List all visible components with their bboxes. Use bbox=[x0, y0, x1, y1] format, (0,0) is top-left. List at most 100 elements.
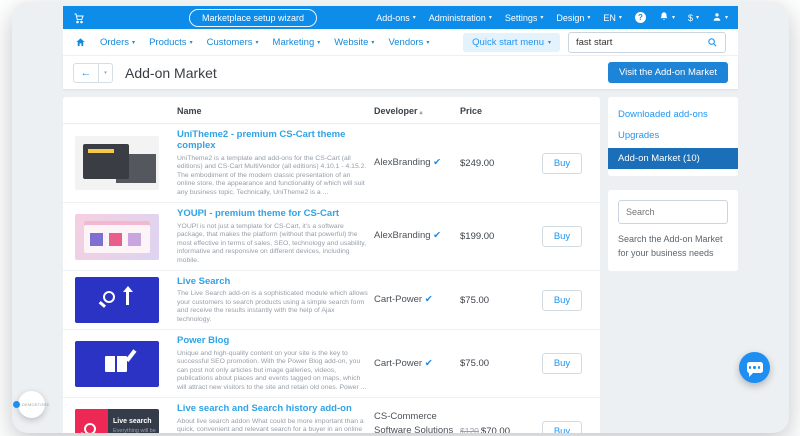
visit-addon-market-button[interactable]: Visit the Add-on Market bbox=[608, 62, 728, 83]
verified-check-icon: ✔ bbox=[433, 157, 441, 168]
chat-button[interactable] bbox=[739, 352, 770, 383]
topbar-menu-item[interactable]: Design▾ bbox=[556, 13, 590, 23]
col-price[interactable]: Price bbox=[460, 106, 536, 116]
addon-description: Unique and high-quality content on your … bbox=[177, 350, 368, 392]
col-thumb bbox=[75, 106, 171, 116]
addon-price: $249.00 bbox=[460, 158, 536, 169]
addon-price: $75.00 bbox=[460, 358, 536, 369]
nav-right: Quick start menu▾ bbox=[463, 32, 726, 53]
topbar-menu-item[interactable]: EN▾ bbox=[603, 13, 622, 23]
col-name[interactable]: Name bbox=[177, 106, 368, 116]
bell-icon bbox=[659, 11, 669, 24]
verified-check-icon: ✔ bbox=[425, 358, 433, 369]
old-price: $120 bbox=[460, 426, 479, 433]
buy-button[interactable]: Buy bbox=[542, 226, 582, 247]
addon-price: $120$70.00 bbox=[460, 426, 536, 433]
topbar-menu-item[interactable]: Administration▾ bbox=[429, 13, 492, 23]
sidebar-menu-card: Downloaded add-ons Upgrades Add-on Marke… bbox=[608, 97, 738, 176]
buy-button[interactable]: Buy bbox=[542, 353, 582, 374]
addon-name-cell: YOUPI - premium theme for CS-Cart YOUPI … bbox=[177, 208, 368, 265]
sidebar-link[interactable]: Downloaded add-ons bbox=[608, 104, 738, 125]
table-header-row: Name Developer▴ Price bbox=[63, 97, 600, 124]
admin-search-box bbox=[568, 32, 726, 53]
addon-thumbnail[interactable] bbox=[75, 214, 159, 260]
addon-name-cell: Live search and Search history add-on Ab… bbox=[177, 403, 368, 433]
addon-developer[interactable]: CS-Commerce Software Solutions ✔ bbox=[374, 410, 454, 433]
addon-title-link[interactable]: UniTheme2 - premium CS-Cart theme comple… bbox=[177, 129, 368, 152]
marketplace-setup-wizard-button[interactable]: Marketplace setup wizard bbox=[189, 9, 317, 27]
topbar: Marketplace setup wizard Add-ons▾ Admini… bbox=[63, 6, 738, 29]
help-icon[interactable]: ? bbox=[635, 12, 646, 23]
table-row: Live search Everything will be found Liv… bbox=[63, 398, 600, 433]
col-developer[interactable]: Developer▴ bbox=[374, 106, 454, 116]
nav-menu-item[interactable]: Customers▾ bbox=[207, 37, 259, 48]
sidebar: Downloaded add-ons Upgrades Add-on Marke… bbox=[608, 97, 738, 271]
nav-menu-item[interactable]: Website▾ bbox=[334, 37, 374, 48]
nav-items: Orders▾ Products▾ Customers▾ Marketing▾ … bbox=[100, 37, 429, 48]
topbar-menu-item[interactable]: Add-ons▾ bbox=[376, 13, 416, 23]
market-search-input[interactable] bbox=[618, 200, 728, 224]
table-row: YOUPI - premium theme for CS-Cart YOUPI … bbox=[63, 203, 600, 271]
table-row: Live Search The Live Search add-on is a … bbox=[63, 271, 600, 330]
chevron-down-icon: ▾ bbox=[190, 39, 193, 46]
addon-description: UniTheme2 is a template and add-ons for … bbox=[177, 155, 368, 197]
demo-badge-subtext: STORE bbox=[35, 402, 50, 407]
nav-menu-item[interactable]: Vendors▾ bbox=[388, 37, 429, 48]
addon-developer[interactable]: AlexBranding ✔ bbox=[374, 229, 454, 243]
addon-name-cell: Power Blog Unique and high-quality conte… bbox=[177, 335, 368, 392]
arrow-up-icon bbox=[126, 291, 129, 305]
addon-description: About live search addon What could be mo… bbox=[177, 418, 368, 433]
addon-title-link[interactable]: YOUPI - premium theme for CS-Cart bbox=[177, 208, 368, 219]
quick-start-menu-button[interactable]: Quick start menu▾ bbox=[463, 33, 560, 52]
nav-menu-item[interactable]: Products▾ bbox=[149, 37, 193, 48]
content-area: Name Developer▴ Price bbox=[63, 89, 738, 433]
chevron-down-icon: ▾ bbox=[540, 14, 543, 21]
nav-menu-item[interactable]: Orders▾ bbox=[100, 37, 135, 48]
table-row: Power Blog Unique and high-quality conte… bbox=[63, 330, 600, 398]
nav-menu-item[interactable]: Marketing▾ bbox=[273, 37, 321, 48]
addon-title-link[interactable]: Live search and Search history add-on bbox=[177, 403, 368, 414]
addon-title-link[interactable]: Live Search bbox=[177, 276, 368, 287]
magnifier-icon bbox=[103, 291, 115, 303]
user-menu[interactable]: ▾ bbox=[712, 12, 728, 24]
back-dropdown-button[interactable]: ▾ bbox=[99, 63, 113, 83]
topbar-right: Add-ons▾ Administration▾ Settings▾ Desig… bbox=[376, 11, 728, 24]
addon-title-link[interactable]: Power Blog bbox=[177, 335, 368, 346]
chevron-down-icon: ▾ bbox=[725, 14, 728, 21]
search-icon[interactable] bbox=[699, 33, 725, 52]
buy-button[interactable]: Buy bbox=[542, 153, 582, 174]
chevron-down-icon: ▾ bbox=[489, 14, 492, 21]
book-icon bbox=[105, 356, 127, 372]
chevron-down-icon: ▾ bbox=[426, 39, 429, 46]
topbar-menu-item[interactable]: Settings▾ bbox=[505, 13, 544, 23]
notifications-menu[interactable]: ▾ bbox=[659, 11, 675, 24]
back-button[interactable]: ← bbox=[73, 63, 99, 83]
admin-search-input[interactable] bbox=[569, 37, 699, 48]
addon-thumbnail[interactable] bbox=[75, 341, 159, 387]
addon-thumbnail[interactable] bbox=[75, 136, 159, 190]
thumbnail-subcaption: Everything will be found bbox=[113, 428, 159, 433]
sidebar-link[interactable]: Upgrades bbox=[608, 125, 738, 146]
page-header: ← ▾ Add-on Market Visit the Add-on Marke… bbox=[63, 56, 738, 89]
addon-thumbnail[interactable]: Live search Everything will be found bbox=[75, 409, 159, 433]
cart-icon[interactable] bbox=[73, 12, 85, 24]
main-nav: Orders▾ Products▾ Customers▾ Marketing▾ … bbox=[63, 29, 738, 56]
addon-developer[interactable]: Cart-Power ✔ bbox=[374, 293, 454, 307]
addon-developer[interactable]: Cart-Power ✔ bbox=[374, 357, 454, 371]
magnifier-icon bbox=[84, 423, 96, 433]
currency-menu[interactable]: $▾ bbox=[688, 13, 699, 23]
col-actions bbox=[542, 106, 588, 116]
browser-frame: Marketplace setup wizard Add-ons▾ Admini… bbox=[12, 2, 789, 433]
addon-developer[interactable]: AlexBranding ✔ bbox=[374, 156, 454, 170]
sidebar-item-addon-market-active[interactable]: Add-on Market (10) bbox=[608, 148, 738, 169]
back-button-group: ← ▾ bbox=[73, 63, 113, 83]
buy-button[interactable]: Buy bbox=[542, 421, 582, 433]
verified-check-icon: ✔ bbox=[425, 294, 433, 305]
topbar-menus: Add-ons▾ Administration▾ Settings▾ Desig… bbox=[376, 13, 622, 23]
verified-check-icon: ✔ bbox=[433, 230, 441, 241]
chevron-down-icon: ▾ bbox=[132, 39, 135, 46]
home-icon[interactable] bbox=[75, 37, 86, 48]
addon-thumbnail[interactable] bbox=[75, 277, 159, 323]
addon-price: $75.00 bbox=[460, 295, 536, 306]
buy-button[interactable]: Buy bbox=[542, 290, 582, 311]
